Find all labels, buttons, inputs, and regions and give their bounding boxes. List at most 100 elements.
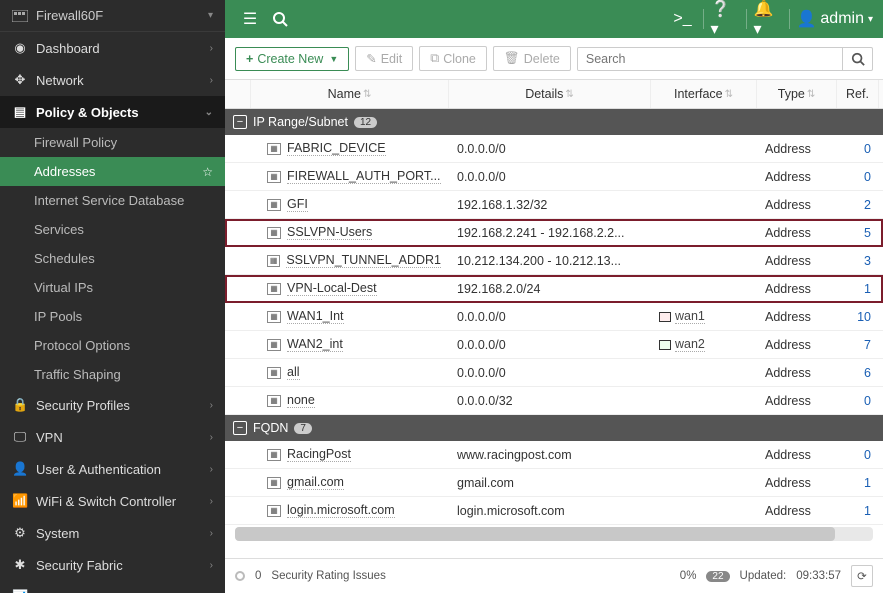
nav-services[interactable]: Services: [0, 215, 225, 244]
cell-type: Address: [757, 498, 837, 524]
clone-button[interactable]: ⧉ Clone: [419, 46, 487, 71]
host-selector[interactable]: Firewall60F ▾: [0, 0, 225, 32]
nav-addresses[interactable]: Addresses ☆: [0, 157, 225, 186]
cell-interface: [651, 395, 757, 407]
search-button[interactable]: [265, 4, 295, 34]
cell-ref[interactable]: 0: [837, 442, 879, 468]
table-row[interactable]: ▦VPN-Local-Dest192.168.2.0/24Address1: [225, 275, 883, 303]
table-row[interactable]: ▦SSLVPN-Users192.168.2.241 - 192.168.2.2…: [225, 219, 883, 247]
col-name-header[interactable]: Name⇅: [251, 80, 449, 108]
col-ref-header[interactable]: Ref.: [837, 80, 879, 108]
table-row[interactable]: ▦SSLVPN_TUNNEL_ADDR110.212.134.200 - 10.…: [225, 247, 883, 275]
table-row[interactable]: ▦all0.0.0.0/0Address6: [225, 359, 883, 387]
col-interface-header[interactable]: Interface⇅: [651, 80, 757, 108]
cell-ref[interactable]: 10: [837, 304, 879, 330]
cell-ref[interactable]: 1: [837, 498, 879, 524]
table-row[interactable]: ▦WAN2_int0.0.0.0/0wan2Address7: [225, 331, 883, 359]
cell-details: 10.212.134.200 - 10.212.13...: [449, 248, 651, 274]
delete-button[interactable]: 🗑 Delete: [493, 46, 571, 71]
horizontal-scrollbar[interactable]: [235, 527, 873, 541]
nav-dashboard[interactable]: ◉ Dashboard ›: [0, 32, 225, 64]
address-icon: ▦: [267, 367, 281, 379]
row-name-text: SSLVPN_TUNNEL_ADDR1: [286, 253, 441, 268]
plus-icon: +: [246, 52, 253, 66]
toolbar: + Create New ▼ ✎ Edit ⧉ Clone 🗑 Delete: [225, 38, 883, 80]
cell-ref[interactable]: 1: [837, 470, 879, 496]
user-icon: 👤: [12, 461, 28, 477]
user-menu[interactable]: 👤 admin ▾: [796, 9, 873, 29]
sort-icon: ⇅: [807, 89, 815, 100]
user-icon: 👤: [796, 9, 816, 29]
table-row[interactable]: ▦none0.0.0.0/32Address0: [225, 387, 883, 415]
chevron-right-icon: ›: [210, 496, 213, 507]
address-icon: ▦: [267, 171, 281, 183]
table-row[interactable]: ▦GFI192.168.1.32/32Address2: [225, 191, 883, 219]
row-name-text: gmail.com: [287, 475, 344, 490]
table-row[interactable]: ▦WAN1_Int0.0.0.0/0wan1Address10: [225, 303, 883, 331]
col-details-header[interactable]: Details⇅: [449, 80, 651, 108]
group-count-badge: 12: [354, 117, 377, 128]
nav-virtual-ips[interactable]: Virtual IPs: [0, 273, 225, 302]
cell-ref[interactable]: 7: [837, 332, 879, 358]
nav-network[interactable]: ✥ Network ›: [0, 64, 225, 96]
cell-ref[interactable]: 1: [837, 276, 879, 302]
sort-icon: ⇅: [725, 89, 733, 100]
nav-schedules[interactable]: Schedules: [0, 244, 225, 273]
nav-firewall-policy[interactable]: Firewall Policy: [0, 128, 225, 157]
updated-label: Updated:: [740, 570, 787, 582]
dashboard-icon: ◉: [12, 40, 28, 56]
sidebar: Firewall60F ▾ ◉ Dashboard › ✥ Network › …: [0, 0, 225, 593]
cell-ref[interactable]: 0: [837, 136, 879, 162]
nav-protocol-options[interactable]: Protocol Options: [0, 331, 225, 360]
cell-ref[interactable]: 3: [837, 248, 879, 274]
cell-ref[interactable]: 0: [837, 164, 879, 190]
cell-interface: [651, 255, 757, 267]
table-row[interactable]: ▦gmail.comgmail.comAddress1: [225, 469, 883, 497]
edit-button[interactable]: ✎ Edit: [355, 46, 413, 71]
nav-isdb[interactable]: Internet Service Database: [0, 186, 225, 215]
chevron-down-icon: ▾: [208, 10, 213, 21]
cell-interface: [651, 449, 757, 461]
nav-ip-pools[interactable]: IP Pools: [0, 302, 225, 331]
search-submit-button[interactable]: [842, 48, 872, 70]
menu-toggle-button[interactable]: ☰: [235, 4, 265, 34]
star-icon[interactable]: ☆: [202, 165, 213, 179]
statusbar: 0 Security Rating Issues 0% 22 Updated: …: [225, 558, 883, 593]
create-new-button[interactable]: + Create New ▼: [235, 47, 349, 71]
cell-ref[interactable]: 5: [837, 220, 879, 246]
group-ip-range[interactable]: − IP Range/Subnet 12: [225, 109, 883, 135]
table-row[interactable]: ▦login.microsoft.comlogin.microsoft.comA…: [225, 497, 883, 525]
chevron-down-icon: ▾: [868, 14, 873, 25]
cell-ref[interactable]: 0: [837, 388, 879, 414]
search-input[interactable]: [578, 48, 842, 70]
nav-security-fabric[interactable]: ✱ Security Fabric ›: [0, 549, 225, 581]
table-row[interactable]: ▦FIREWALL_AUTH_PORT...0.0.0.0/0Address0: [225, 163, 883, 191]
row-name-text: SSLVPN-Users: [287, 225, 372, 240]
cell-interface: wan1: [651, 303, 757, 330]
cell-ref[interactable]: 6: [837, 360, 879, 386]
scrollbar-thumb[interactable]: [235, 527, 835, 541]
cell-name: ▦login.microsoft.com: [251, 497, 449, 524]
wifi-icon: 📶: [12, 493, 28, 509]
help-button[interactable]: ❔ ▾: [710, 4, 740, 34]
nav-security-profiles[interactable]: 🔒 Security Profiles ›: [0, 389, 225, 421]
cell-ref[interactable]: 2: [837, 192, 879, 218]
col-type-header[interactable]: Type⇅: [757, 80, 837, 108]
cell-type: Address: [757, 220, 837, 246]
nav-system[interactable]: ⚙ System ›: [0, 517, 225, 549]
group-fqdn[interactable]: − FQDN 7: [225, 415, 883, 441]
chevron-right-icon: ›: [210, 560, 213, 571]
nav-log-report[interactable]: 📊 Log & Report ›: [0, 581, 225, 593]
table-row[interactable]: ▦RacingPostwww.racingpost.comAddress0: [225, 441, 883, 469]
nav-vpn[interactable]: 🖵 VPN ›: [0, 421, 225, 453]
nav-user-auth[interactable]: 👤 User & Authentication ›: [0, 453, 225, 485]
notifications-button[interactable]: 🔔 ▾: [753, 4, 783, 34]
nav-traffic-shaping[interactable]: Traffic Shaping: [0, 360, 225, 389]
cli-button[interactable]: >_: [667, 4, 697, 34]
table-row[interactable]: ▦FABRIC_DEVICE0.0.0.0/0Address0: [225, 135, 883, 163]
nav-wifi-switch[interactable]: 📶 WiFi & Switch Controller ›: [0, 485, 225, 517]
refresh-button[interactable]: ⟳: [851, 565, 873, 587]
sort-icon: ⇅: [565, 89, 573, 100]
nav-policy-objects[interactable]: ▤ Policy & Objects ⌄: [0, 96, 225, 128]
cell-details: 0.0.0.0/0: [449, 304, 651, 330]
